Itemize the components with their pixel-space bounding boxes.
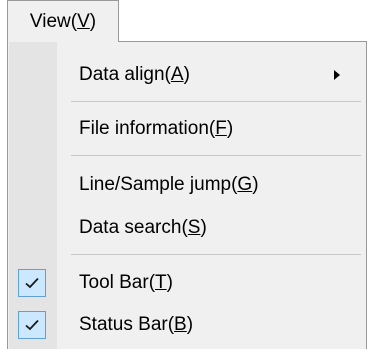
menu-item-status-bar[interactable]: Status Bar(B) (8, 306, 366, 343)
menu-separator (71, 101, 361, 102)
menu-item-label: Status Bar(B) (79, 313, 194, 335)
menu-view[interactable]: View(V) (7, 0, 119, 42)
checkmark-icon (18, 310, 46, 339)
checkmark-icon (18, 268, 46, 297)
menu-item-label: Data align(A) (79, 63, 190, 85)
menu-bar: View(V) (0, 0, 374, 42)
menu-item-data-align[interactable]: Data align(A) (8, 56, 366, 93)
menu-item-label: Line/Sample jump(G) (79, 173, 259, 195)
menu-view-label: View(V) (29, 10, 97, 32)
menu-item-label: Data search(S) (79, 216, 207, 238)
menu-separator (71, 254, 361, 255)
menu-item-tool-bar[interactable]: Tool Bar(T) (8, 264, 366, 301)
submenu-arrow-icon (334, 69, 340, 80)
view-dropdown-menu: Data align(A) File information(F) Line/S… (7, 41, 367, 349)
menu-item-label: File information(F) (79, 117, 234, 139)
menu-item-line-sample-jump[interactable]: Line/Sample jump(G) (8, 166, 366, 203)
menu-item-file-information[interactable]: File information(F) (8, 110, 366, 147)
menu-separator (71, 155, 361, 156)
menu-item-data-search[interactable]: Data search(S) (8, 209, 366, 246)
menu-item-label: Tool Bar(T) (79, 271, 173, 293)
